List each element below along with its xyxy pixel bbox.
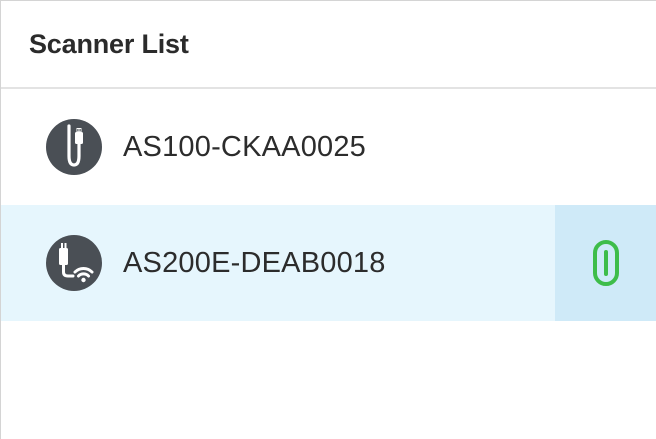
scanner-name: AS200E-DEAB0018 — [123, 246, 386, 279]
usb-scanner-icon — [46, 119, 102, 175]
panel-title: Scanner List — [29, 28, 189, 59]
link-button[interactable] — [555, 205, 656, 321]
link-icon — [592, 240, 619, 286]
scanner-list: AS100-CKAA0025 AS200E-DEAB0018 — [1, 89, 656, 321]
panel-header: Scanner List — [1, 1, 656, 89]
scanner-list-panel: Scanner List AS100-CKAA0025 AS200E-DEAB0… — [0, 0, 656, 439]
scanner-name: AS100-CKAA0025 — [123, 130, 367, 163]
wifi-scanner-icon — [46, 235, 102, 291]
scanner-row-selected[interactable]: AS200E-DEAB0018 — [1, 205, 656, 321]
scanner-row[interactable]: AS100-CKAA0025 — [1, 89, 656, 205]
